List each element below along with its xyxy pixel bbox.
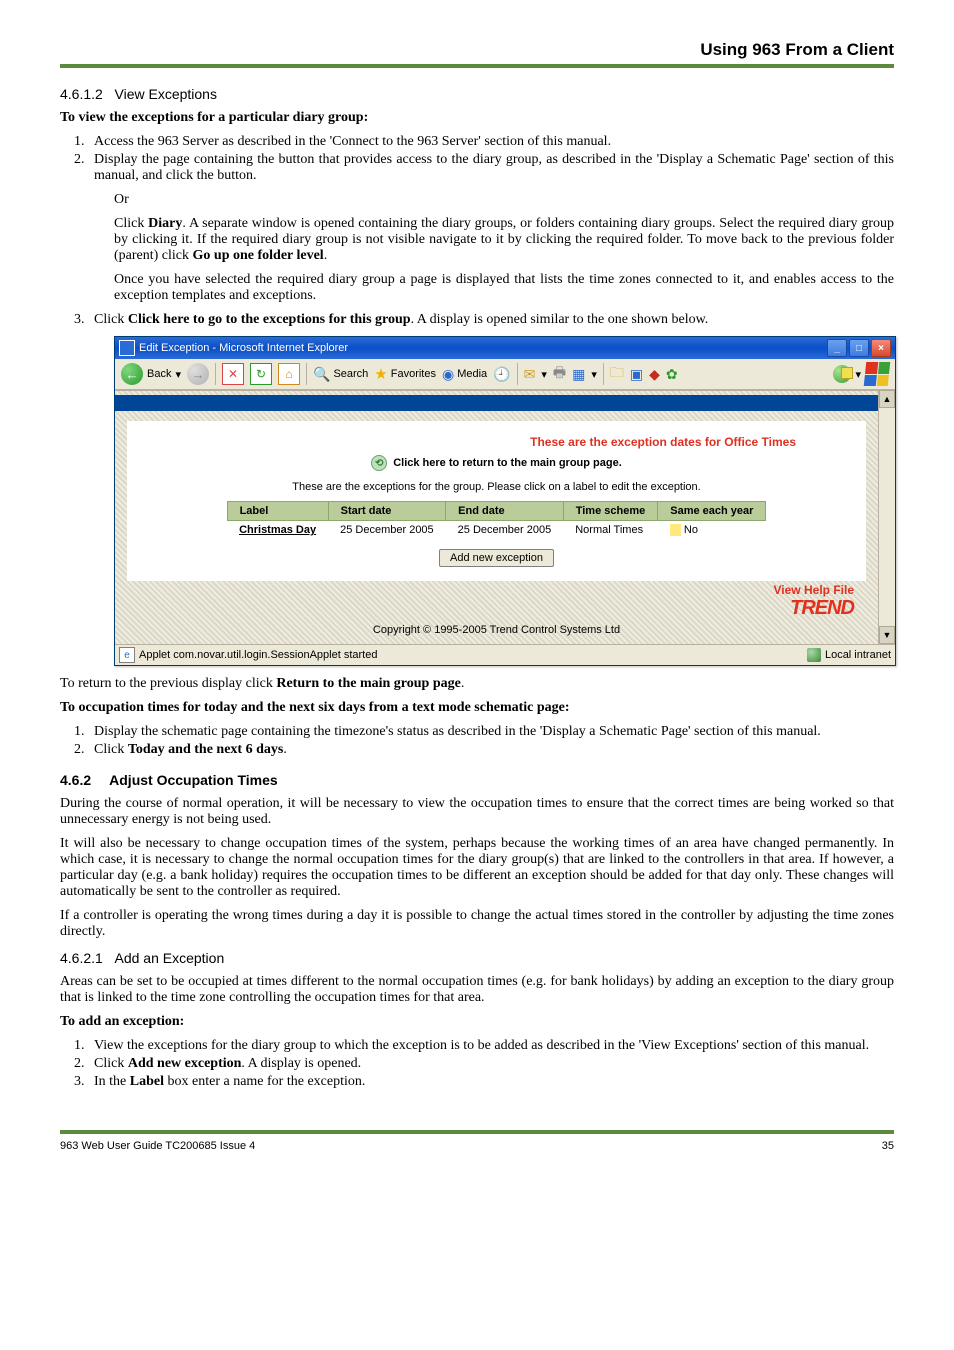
adjust-p1: During the course of normal operation, i…: [60, 796, 894, 828]
zone-icon: [807, 648, 821, 662]
col-label: Label: [227, 502, 328, 521]
intro-occupation: To occupation times for today and the ne…: [60, 700, 894, 716]
window-title: Edit Exception - Microsoft Internet Expl…: [139, 342, 348, 354]
return-arrow-icon[interactable]: ⟲: [371, 455, 387, 471]
links-icon[interactable]: [833, 365, 851, 383]
scrollbar[interactable]: ▲ ▼: [878, 390, 895, 644]
col-end: End date: [446, 502, 564, 521]
col-start: Start date: [328, 502, 446, 521]
tool-icon-1[interactable]: ◆: [649, 366, 660, 383]
close-button[interactable]: ×: [871, 339, 891, 357]
footer-page-number: 35: [882, 1140, 894, 1152]
ie-toolbar: ← Back ▾ → ✕ ↻ ⌂ 🔍Search ★Favorites ◉Med…: [115, 359, 895, 390]
home-icon[interactable]: ⌂: [278, 363, 300, 385]
copyright-text: Copyright © 1995-2005 Trend Control Syst…: [127, 620, 866, 638]
click-diary-para: Click Diary. A separate window is opened…: [114, 216, 894, 264]
media-icon: ◉: [442, 366, 454, 383]
maximize-button[interactable]: □: [849, 339, 869, 357]
tool-icon-2[interactable]: ✿: [666, 366, 678, 383]
back-arrow-icon: ←: [121, 363, 143, 385]
refresh-icon[interactable]: ↻: [250, 363, 272, 385]
occ-step-2: Click Today and the next 6 days.: [88, 742, 894, 758]
minimize-button[interactable]: _: [827, 339, 847, 357]
star-icon: ★: [374, 365, 387, 383]
add-step-3: In the Label box enter a name for the ex…: [88, 1074, 894, 1090]
edit-icon[interactable]: ▦: [572, 366, 585, 383]
intro-add-exception: To add an exception:: [60, 1014, 894, 1030]
window-titlebar[interactable]: Edit Exception - Microsoft Internet Expl…: [115, 337, 895, 359]
exception-table: Label Start date End date Time scheme Sa…: [227, 501, 767, 539]
occ-step-1: Display the schematic page containing th…: [88, 724, 894, 740]
discuss-icon[interactable]: ▣: [630, 366, 643, 383]
print-icon[interactable]: 🖶: [553, 362, 566, 386]
applet-icon: e: [119, 647, 135, 663]
history-icon[interactable]: 🕘: [493, 366, 510, 383]
status-text: Applet com.novar.util.login.SessionApple…: [139, 649, 377, 661]
zone-text: Local intranet: [825, 649, 891, 661]
back-button[interactable]: ← Back ▾: [121, 363, 181, 385]
scroll-down-icon[interactable]: ▼: [879, 626, 895, 644]
search-button[interactable]: 🔍Search: [313, 366, 368, 383]
col-same: Same each year: [658, 502, 766, 521]
adjust-p3: If a controller is operating the wrong t…: [60, 908, 894, 940]
step-1: Access the 963 Server as described in th…: [88, 134, 894, 150]
favorites-button[interactable]: ★Favorites: [374, 365, 436, 383]
page-header: Using 963 From a Client: [700, 40, 894, 60]
footer-left: 963 Web User Guide TC200685 Issue 4: [60, 1140, 255, 1152]
scroll-up-icon[interactable]: ▲: [879, 390, 895, 408]
ie-logo-icon: [119, 340, 135, 356]
table-row: Christmas Day 25 December 2005 25 Decemb…: [227, 521, 766, 540]
view-help-file-link[interactable]: View Help File: [774, 583, 854, 597]
intro-view-exceptions: To view the exceptions for a particular …: [60, 110, 894, 126]
selected-group-para: Once you have selected the required diar…: [114, 272, 894, 304]
stop-icon[interactable]: ✕: [222, 363, 244, 385]
add-new-exception-button[interactable]: Add new exception: [439, 549, 554, 567]
step-3: Click Click here to go to the exceptions…: [88, 312, 894, 328]
windows-flag-icon: [864, 362, 891, 386]
add-step-2: Click Add new exception. A display is op…: [88, 1056, 894, 1072]
add-step-1: View the exceptions for the diary group …: [88, 1038, 894, 1054]
or-text: Or: [114, 192, 894, 208]
search-icon: 🔍: [313, 366, 330, 383]
return-link[interactable]: Click here to return to the main group p…: [393, 457, 622, 469]
media-button[interactable]: ◉Media: [442, 366, 487, 383]
add-exception-p1: Areas can be set to be occupied at times…: [60, 974, 894, 1006]
adjust-p2: It will also be necessary to change occu…: [60, 836, 894, 900]
blue-banner: [115, 395, 878, 411]
status-bar: e Applet com.novar.util.login.SessionApp…: [115, 644, 895, 665]
folder-icon[interactable]: 🗀: [610, 362, 624, 386]
mail-icon[interactable]: ✉: [524, 366, 536, 383]
exception-heading: These are the exception dates for Office…: [137, 435, 856, 449]
forward-button[interactable]: →: [187, 363, 209, 385]
section-heading-view-exceptions: 4.6.1.2 View Exceptions: [60, 86, 894, 102]
exception-note: These are the exceptions for the group. …: [137, 481, 856, 493]
return-para: To return to the previous display click …: [60, 676, 894, 692]
ie-window: Edit Exception - Microsoft Internet Expl…: [114, 336, 896, 666]
trend-logo: TREND: [127, 597, 866, 620]
section-heading-adjust: 4.6.2Adjust Occupation Times: [60, 772, 894, 788]
step-2: Display the page containing the button t…: [88, 152, 894, 184]
section-heading-add-exception: 4.6.2.1 Add an Exception: [60, 950, 894, 966]
row-label-link[interactable]: Christmas Day: [239, 524, 316, 536]
col-scheme: Time scheme: [563, 502, 658, 521]
